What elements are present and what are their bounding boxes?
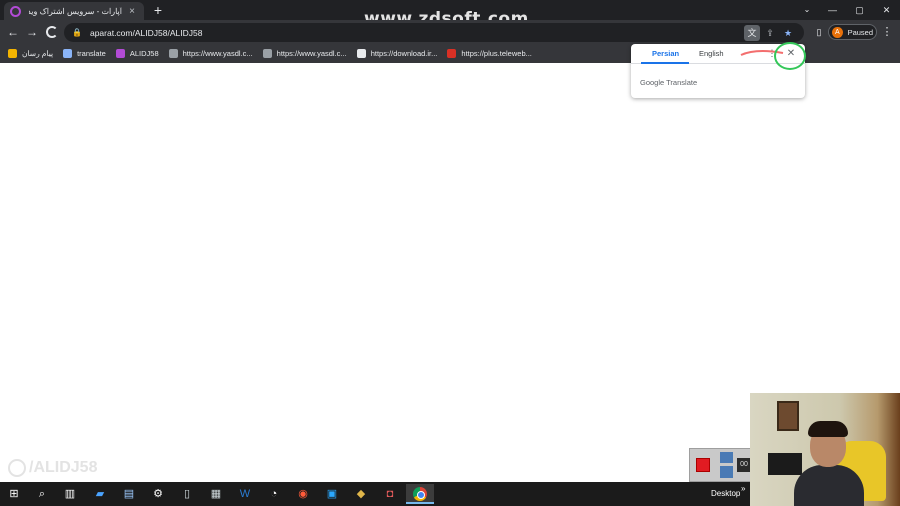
stop-record-button[interactable] [696,458,710,472]
aparat-favicon-icon [10,5,21,17]
profile-button[interactable]: A Paused [828,24,877,40]
app-icon[interactable]: ▰ [92,486,108,502]
app-icon[interactable]: ▤ [121,486,137,502]
app-icon[interactable]: ▣ [324,486,340,502]
teleweb-icon [447,49,457,58]
loading-spinner-icon[interactable] [46,26,58,38]
settings-icon[interactable]: ⚙ [150,486,166,502]
side-panel-icon[interactable]: ▯ [812,25,826,39]
tab-close-icon[interactable]: × [126,6,138,17]
chrome-taskbar-button[interactable] [406,484,434,504]
desktop-toolbar-label[interactable]: Desktop [711,489,740,498]
window-controls: — ▢ ✕ [819,0,900,20]
toolbar-overflow-icon[interactable]: » [741,484,745,493]
browser-toolbar: ← → 🔒 aparat.com/ALIDJ58/ALIDJ58 文 ⇪ ★ ▯… [0,20,900,44]
bookmark-item[interactable]: ALIDJ58 [115,46,159,61]
address-bar[interactable]: 🔒 aparat.com/ALIDJ58/ALIDJ58 文 ⇪ ★ [64,23,804,42]
yasdl-icon [168,49,178,58]
aparat-logo-icon [8,459,26,477]
yasdl-icon [262,49,272,58]
webcam-overlay [750,393,900,506]
search-icon[interactable]: ⌕ [34,486,50,502]
browser-menu-icon[interactable]: ⋮ [880,24,894,40]
folder-icon [8,49,17,58]
lock-icon[interactable]: 🔒 [72,28,82,37]
start-icon[interactable]: ⊞ [6,486,22,502]
page-icon [356,49,366,58]
minimize-button[interactable]: — [819,0,846,20]
google-translate-label: Google Translate [640,78,698,87]
wall-picture [777,401,799,431]
bookmark-item[interactable]: https://plus.teleweb... [447,46,532,61]
person-body [794,465,864,506]
new-tab-button[interactable]: + [150,2,166,18]
app-icon[interactable]: ◘ [382,486,398,502]
bookmark-item[interactable]: https://www.yasdl.c... [168,46,253,61]
bookmark-label: https://download.ir... [370,49,438,58]
bookmark-label: پیام رسان [22,49,54,58]
document-icon[interactable]: ▯ [179,486,195,502]
aparat-watermark: / ALIDJ58 [8,459,97,477]
windows-taskbar: ⊞ ⌕ ▥ ▰ ▤ ⚙ ▯ ▦ W ◔ ◉ ▣ ◆ ◘ Desktop » [0,482,750,506]
task-view-icon[interactable]: ▥ [62,486,78,502]
word-icon[interactable]: W [237,486,253,502]
avatar: A [832,26,843,38]
screen-recorder-widget: 00 [689,448,751,482]
tab-persian[interactable]: Persian [652,49,679,58]
watermark-label: ALIDJ58 [33,459,98,476]
profile-status: Paused [847,27,873,37]
close-window-button[interactable]: ✕ [873,0,900,20]
maximize-button[interactable]: ▢ [846,0,873,20]
browser-tab[interactable]: آپارات - سرویس اشتراک ویدیو × [4,2,144,20]
forward-button[interactable]: → [23,23,41,41]
app-icon[interactable]: ▦ [208,486,224,502]
aparat-icon [115,49,125,58]
app-icon[interactable]: ◆ [353,486,369,502]
bookmark-label: ALIDJ58 [129,49,159,58]
speedtest-icon[interactable]: ◔ [266,486,282,502]
tab-title: آپارات - سرویس اشتراک ویدیو [29,6,122,16]
person-hair [808,421,848,437]
back-button[interactable]: ← [4,23,22,41]
star-icon[interactable]: ★ [780,25,796,41]
bookmark-label: https://plus.teleweb... [461,49,532,58]
bookmark-item[interactable]: https://download.ir... [356,46,438,61]
camera-icon[interactable] [720,452,733,463]
bookmark-item[interactable]: translate [63,46,106,61]
chrome-icon [413,487,427,501]
share-icon[interactable]: ⇪ [762,25,778,41]
bookmark-item[interactable]: https://www.yasdl.c... [262,46,347,61]
bookmark-item[interactable]: پیام رسان [8,46,53,61]
bookmark-label: translate [77,49,106,58]
active-tab-indicator [641,62,689,64]
translate-bookmark-icon [63,49,73,58]
tab-english[interactable]: English [699,49,724,58]
record-timer: 00 [737,458,751,472]
bookmark-label: https://www.yasdl.c... [276,49,347,58]
annotation-highlight-circle [774,42,806,70]
record-app-icon[interactable]: ◉ [295,486,311,502]
tab-search-icon[interactable]: ⌄ [800,0,814,20]
url-text[interactable]: aparat.com/ALIDJ58/ALIDJ58 [90,28,742,38]
background-monitor [768,453,802,475]
translate-icon[interactable]: 文 [744,24,760,41]
bookmark-label: https://www.yasdl.c... [182,49,253,58]
pause-button[interactable] [720,466,733,478]
